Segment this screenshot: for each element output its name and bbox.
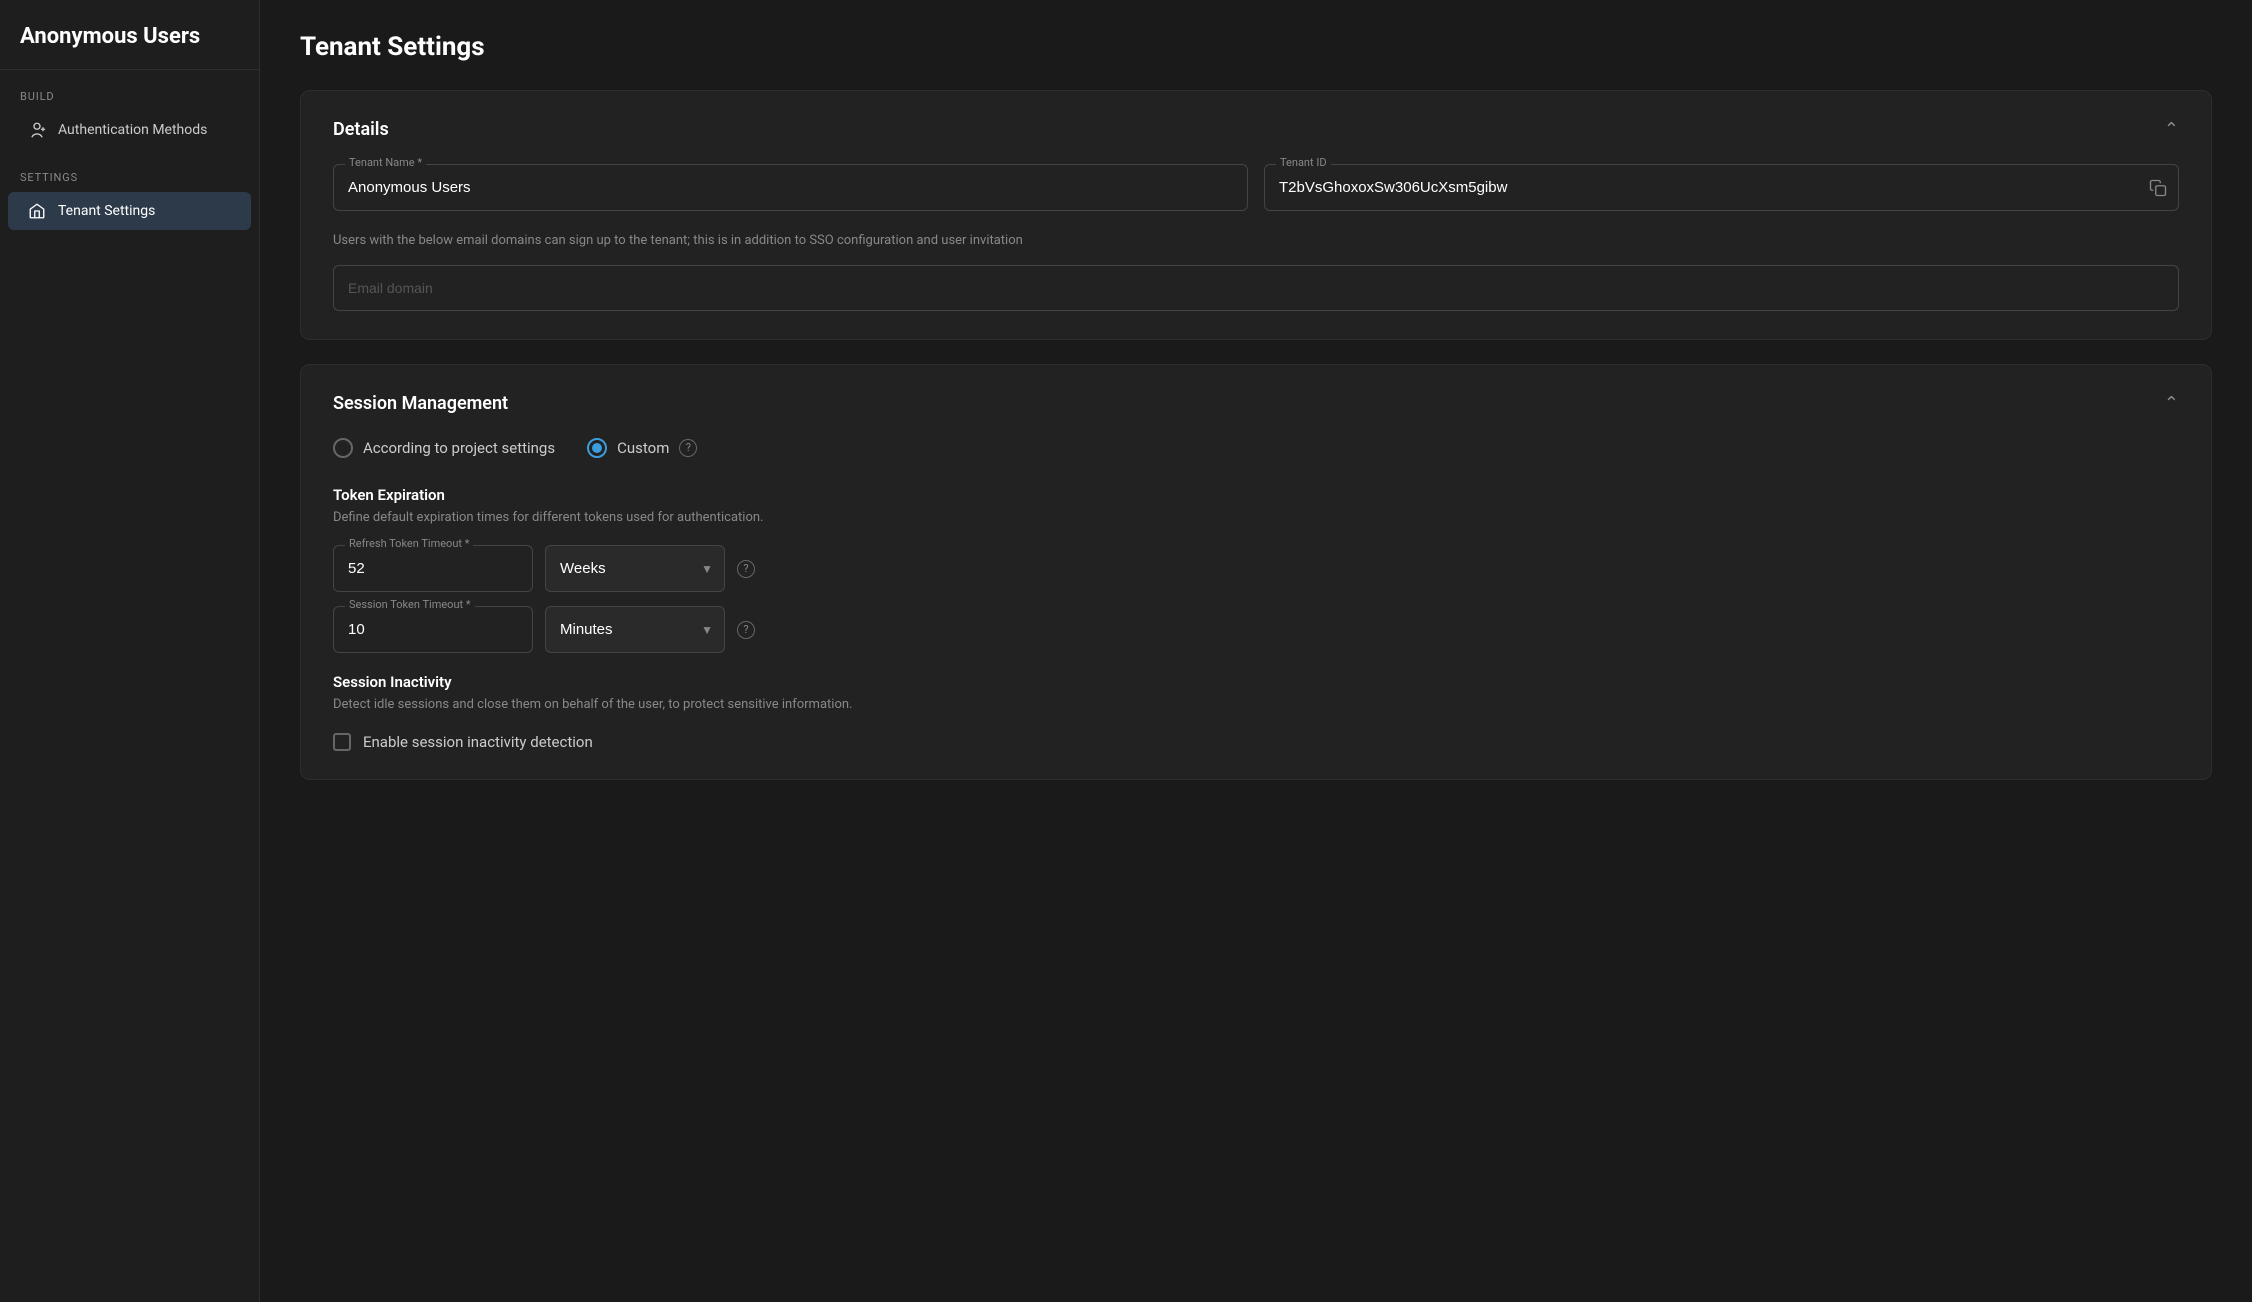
sidebar-item-authentication-methods[interactable]: Authentication Methods: [8, 111, 251, 149]
refresh-token-label: Refresh Token Timeout *: [345, 537, 473, 550]
details-card-title: Details: [333, 119, 389, 140]
session-token-unit-select[interactable]: Minutes Hours Days Weeks: [545, 606, 725, 653]
session-radio-row: According to project settings Custom ?: [333, 438, 2179, 458]
inactivity-checkbox[interactable]: [333, 733, 351, 751]
session-collapse-icon[interactable]: ⌃: [2164, 393, 2179, 414]
radio-project-settings[interactable]: According to project settings: [333, 438, 555, 458]
tenant-fields-row: Tenant Name * Tenant ID: [333, 164, 2179, 211]
session-token-help-icon[interactable]: ?: [737, 621, 755, 639]
main-content: Tenant Settings Details ⌃ Tenant Name * …: [260, 0, 2252, 1302]
sidebar-item-label: Tenant Settings: [58, 203, 155, 219]
refresh-token-input[interactable]: [333, 545, 533, 592]
session-card-header: Session Management ⌃: [333, 393, 2179, 414]
refresh-token-row: Refresh Token Timeout * Minutes Hours Da…: [333, 545, 2179, 592]
person-icon: [28, 121, 46, 139]
custom-help-icon[interactable]: ?: [679, 439, 697, 457]
radio-custom-label: Custom: [617, 439, 669, 457]
email-domain-input[interactable]: [333, 265, 2179, 311]
app-title: Anonymous Users: [0, 0, 259, 70]
tenant-name-label: Tenant Name *: [345, 156, 426, 169]
details-card-header: Details ⌃: [333, 119, 2179, 140]
sidebar: Anonymous Users Build Authentication Met…: [0, 0, 260, 1302]
details-collapse-icon[interactable]: ⌃: [2164, 119, 2179, 140]
refresh-token-help-icon[interactable]: ?: [737, 560, 755, 578]
token-expiration-section: Token Expiration Define default expirati…: [333, 486, 2179, 654]
tenant-id-group: Tenant ID: [1264, 164, 2179, 211]
session-token-label: Session Token Timeout *: [345, 598, 475, 611]
page-title: Tenant Settings: [300, 32, 2212, 62]
tenant-id-label: Tenant ID: [1276, 156, 1331, 169]
radio-project-circle: [333, 438, 353, 458]
token-expiration-title: Token Expiration: [333, 486, 2179, 504]
details-card: Details ⌃ Tenant Name * Tenant ID Users …: [300, 90, 2212, 340]
session-inactivity-desc: Detect idle sessions and close them on b…: [333, 695, 2179, 715]
session-management-card: Session Management ⌃ According to projec…: [300, 364, 2212, 780]
session-card-title: Session Management: [333, 393, 508, 414]
email-domain-helper: Users with the below email domains can s…: [333, 231, 2179, 251]
refresh-token-unit-select[interactable]: Minutes Hours Days Weeks: [545, 545, 725, 592]
settings-section-label: Settings: [0, 151, 259, 190]
session-token-unit-group: Minutes Hours Days Weeks ▼: [545, 606, 725, 653]
refresh-token-unit-group: Minutes Hours Days Weeks ▼: [545, 545, 725, 592]
tenant-name-group: Tenant Name *: [333, 164, 1248, 211]
inactivity-checkbox-label: Enable session inactivity detection: [363, 733, 593, 751]
sidebar-item-label: Authentication Methods: [58, 122, 207, 138]
inactivity-checkbox-row: Enable session inactivity detection: [333, 733, 2179, 751]
token-expiration-desc: Define default expiration times for diff…: [333, 508, 2179, 528]
tenant-id-input[interactable]: [1264, 164, 2179, 211]
home-icon: [28, 202, 46, 220]
radio-custom-circle: [587, 438, 607, 458]
sidebar-item-tenant-settings[interactable]: Tenant Settings: [8, 192, 251, 230]
copy-tenant-id-button[interactable]: [2149, 179, 2167, 197]
radio-custom[interactable]: Custom ?: [587, 438, 697, 458]
session-inactivity-section: Session Inactivity Detect idle sessions …: [333, 673, 2179, 751]
radio-project-label: According to project settings: [363, 439, 555, 457]
tenant-name-input[interactable]: [333, 164, 1248, 211]
session-inactivity-title: Session Inactivity: [333, 673, 2179, 691]
build-section-label: Build: [0, 70, 259, 109]
session-token-input[interactable]: [333, 606, 533, 653]
refresh-token-input-group: Refresh Token Timeout *: [333, 545, 533, 592]
session-token-input-group: Session Token Timeout *: [333, 606, 533, 653]
session-token-row: Session Token Timeout * Minutes Hours Da…: [333, 606, 2179, 653]
